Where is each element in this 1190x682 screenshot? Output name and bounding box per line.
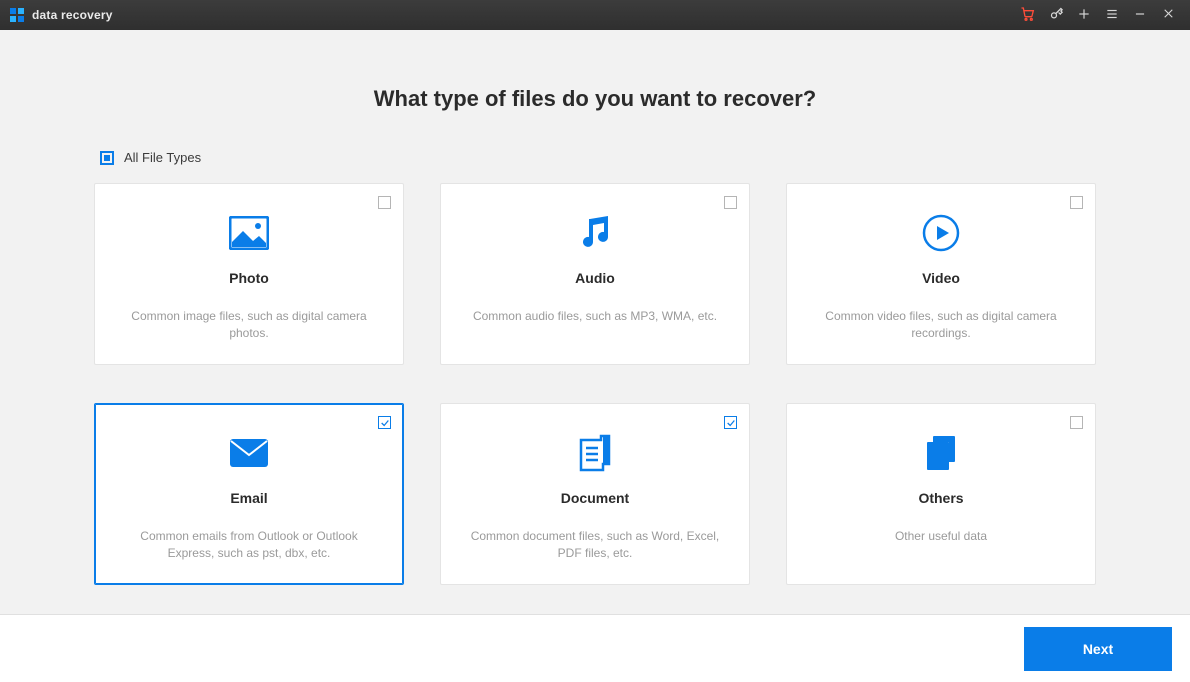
cart-button[interactable] xyxy=(1014,0,1042,30)
minimize-icon xyxy=(1133,7,1147,24)
minimize-button[interactable] xyxy=(1126,0,1154,30)
card-document[interactable]: Document Common document files, such as … xyxy=(440,403,750,585)
close-icon xyxy=(1162,7,1175,23)
card-email-desc: Common emails from Outlook or Outlook Ex… xyxy=(117,528,381,562)
app-title: data recovery xyxy=(32,8,113,22)
card-video-desc: Common video files, such as digital came… xyxy=(809,308,1073,342)
card-others-checkbox[interactable] xyxy=(1070,416,1083,429)
main-content: What type of files do you want to recove… xyxy=(0,30,1190,614)
card-audio-checkbox[interactable] xyxy=(724,196,737,209)
music-icon xyxy=(463,210,727,256)
card-document-checkbox[interactable] xyxy=(724,416,737,429)
checkbox-indeterminate-icon xyxy=(104,155,110,161)
card-others-desc: Other useful data xyxy=(809,528,1073,545)
card-email[interactable]: Email Common emails from Outlook or Outl… xyxy=(94,403,404,585)
app-logo-icon xyxy=(10,8,24,22)
all-file-types-row[interactable]: All File Types xyxy=(100,150,1190,165)
card-audio[interactable]: Audio Common audio files, such as MP3, W… xyxy=(440,183,750,365)
plus-icon xyxy=(1077,7,1091,24)
card-audio-desc: Common audio files, such as MP3, WMA, et… xyxy=(463,308,727,325)
mail-icon xyxy=(117,430,381,476)
card-video[interactable]: Video Common video files, such as digita… xyxy=(786,183,1096,365)
card-photo-title: Photo xyxy=(117,270,381,286)
footer-bar: Next xyxy=(0,614,1190,682)
files-stack-icon xyxy=(809,430,1073,476)
cart-icon xyxy=(1020,6,1036,25)
page-title: What type of files do you want to recove… xyxy=(0,86,1190,112)
card-photo-checkbox[interactable] xyxy=(378,196,391,209)
card-others-title: Others xyxy=(809,490,1073,506)
card-email-title: Email xyxy=(117,490,381,506)
play-circle-icon xyxy=(809,210,1073,256)
all-file-types-checkbox[interactable] xyxy=(100,151,114,165)
key-button[interactable] xyxy=(1042,0,1070,30)
next-button[interactable]: Next xyxy=(1024,627,1172,671)
document-icon xyxy=(463,430,727,476)
key-icon xyxy=(1049,6,1064,24)
close-button[interactable] xyxy=(1154,0,1182,30)
menu-icon xyxy=(1105,7,1119,24)
card-photo[interactable]: Photo Common image files, such as digita… xyxy=(94,183,404,365)
card-photo-desc: Common image files, such as digital came… xyxy=(117,308,381,342)
card-document-title: Document xyxy=(463,490,727,506)
card-video-title: Video xyxy=(809,270,1073,286)
add-button[interactable] xyxy=(1070,0,1098,30)
file-type-cards: Photo Common image files, such as digita… xyxy=(0,183,1190,585)
titlebar: data recovery xyxy=(0,0,1190,30)
card-email-checkbox[interactable] xyxy=(378,416,391,429)
photo-icon xyxy=(117,210,381,256)
menu-button[interactable] xyxy=(1098,0,1126,30)
card-document-desc: Common document files, such as Word, Exc… xyxy=(463,528,727,562)
card-video-checkbox[interactable] xyxy=(1070,196,1083,209)
card-audio-title: Audio xyxy=(463,270,727,286)
all-file-types-label: All File Types xyxy=(124,150,201,165)
card-others[interactable]: Others Other useful data xyxy=(786,403,1096,585)
